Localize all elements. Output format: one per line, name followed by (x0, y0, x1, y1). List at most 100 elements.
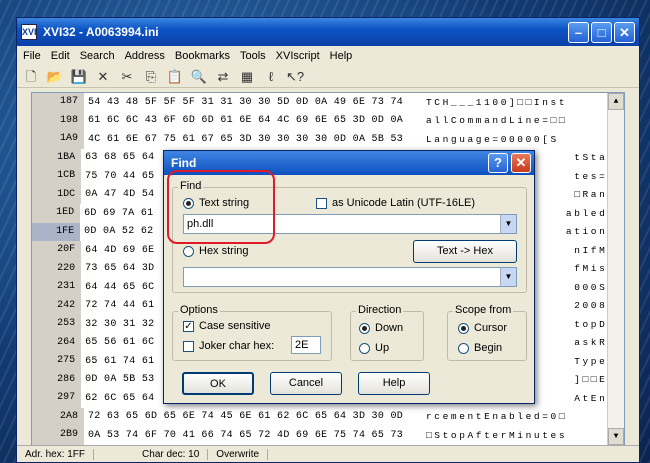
row-address: 286 (32, 370, 82, 389)
direction-label: Direction (356, 304, 404, 316)
status-address: Adr. hex: 1FF (17, 448, 95, 460)
dialog-close-icon[interactable]: ✕ (511, 153, 531, 173)
open-icon[interactable]: 📂 (45, 68, 65, 86)
row-address: 1DC (32, 185, 82, 204)
menu-xviscript[interactable]: XVIscript (272, 50, 326, 62)
row-address: 220 (32, 259, 82, 278)
row-address: 297 (32, 389, 82, 408)
hex-row[interactable]: 2B9 0A 53 74 6F 70 41 66 74 65 72 4D 69 6… (32, 426, 624, 445)
hex-row[interactable]: 187 54 43 48 5F 5F 5F 31 31 30 30 5D 0D 0… (32, 93, 624, 112)
cut-icon[interactable]: ✂ (117, 68, 137, 86)
scope-begin-radio[interactable]: Begin (458, 342, 502, 354)
scope-cursor-radio[interactable]: Cursor (458, 322, 507, 334)
joker-char-input[interactable]: 2E (291, 336, 321, 354)
radio-dot-icon (359, 342, 370, 354)
row-address: 1BA (32, 148, 82, 167)
close-button[interactable]: ✕ (614, 22, 635, 43)
row-text[interactable]: allCommandLine=□□ (422, 115, 624, 126)
row-address: 264 (32, 333, 82, 352)
row-address: 242 (32, 296, 82, 315)
row-hex-bytes[interactable]: 54 43 48 5F 5F 5F 31 31 30 30 5D 0D 0A 4… (84, 97, 422, 108)
highlight-annotation (167, 170, 275, 244)
row-text[interactable]: Language=00000[S (422, 134, 624, 145)
chevron-down-icon[interactable]: ▼ (500, 268, 516, 286)
properties-icon[interactable]: ▦ (237, 68, 257, 86)
status-char: Char dec: 10 (134, 448, 209, 460)
chevron-down-icon[interactable]: ▼ (500, 215, 516, 233)
row-address: 187 (32, 93, 84, 112)
hex-row[interactable]: 198 61 6C 6C 43 6F 6D 6D 61 6E 64 4C 69 6… (32, 111, 624, 130)
status-mode: Overwrite (208, 448, 269, 460)
save-icon[interactable]: 💾 (69, 68, 89, 86)
row-address: 20F (32, 241, 82, 260)
row-text[interactable]: TCH___1100]□□Inst (422, 97, 624, 108)
row-address: 2A8 (32, 407, 84, 426)
copy-icon[interactable]: ⎘ (141, 68, 161, 86)
menu-help[interactable]: Help (326, 50, 359, 62)
text-to-hex-button[interactable]: Text -> Hex (413, 240, 517, 263)
row-hex-bytes[interactable]: 72 63 65 6D 65 6E 74 45 6E 61 62 6C 65 6… (84, 411, 422, 422)
row-hex-bytes[interactable]: 4C 61 6E 67 75 61 67 65 3D 30 30 30 30 0… (84, 134, 422, 145)
unicode-label: as Unicode Latin (UTF-16LE) (332, 197, 476, 209)
new-icon[interactable]: 🗋 (21, 68, 41, 86)
scope-label: Scope from (453, 304, 514, 316)
vertical-scrollbar[interactable]: ▲ ▼ (607, 93, 624, 445)
radio-dot-icon (359, 322, 370, 334)
hex-row[interactable]: 2A8 72 63 65 6D 65 6E 74 45 6E 61 62 6C 6… (32, 407, 624, 426)
row-address: 1CB (32, 167, 82, 186)
checkbox-checked-icon: ✓ (183, 320, 194, 332)
status-bar: Adr. hex: 1FF Char dec: 10 Overwrite (17, 445, 639, 462)
unicode-checkbox[interactable]: as Unicode Latin (UTF-16LE) (316, 197, 475, 209)
down-label: Down (375, 322, 404, 334)
radio-dot-icon (183, 245, 194, 257)
menu-tools[interactable]: Tools (236, 50, 272, 62)
maximize-button[interactable]: □ (591, 22, 612, 43)
replace-icon[interactable]: ⇄ (213, 68, 233, 86)
row-address: 1ED (32, 204, 81, 223)
paste-icon[interactable]: 📋 (165, 68, 185, 86)
begin-label: Begin (474, 342, 503, 354)
menu-edit[interactable]: Edit (47, 50, 76, 62)
ok-button[interactable]: OK (182, 372, 254, 395)
hex-row[interactable]: 1A9 4C 61 6E 67 75 61 67 65 3D 30 30 30 3… (32, 130, 624, 149)
row-address: 275 (32, 352, 82, 371)
close-file-icon[interactable]: ✕ (93, 68, 113, 86)
row-hex-bytes[interactable]: 0A 53 74 6F 70 41 66 74 65 72 4D 69 6E 7… (84, 430, 422, 441)
scroll-up-icon[interactable]: ▲ (608, 93, 624, 110)
script-icon[interactable]: ℓ (261, 68, 281, 86)
joker-checkbox[interactable]: Joker char hex: (183, 340, 274, 352)
menu-bookmarks[interactable]: Bookmarks (171, 50, 236, 62)
row-address: 198 (32, 111, 84, 130)
options-group: Options ✓ Case sensitive Joker char hex: … (172, 304, 332, 361)
menu-search[interactable]: Search (76, 50, 121, 62)
hex-string-radio[interactable]: Hex string (183, 245, 249, 257)
direction-up-radio[interactable]: Up (359, 342, 389, 354)
checkbox-icon (316, 197, 327, 209)
joker-label: Joker char hex: (199, 340, 275, 352)
find-icon[interactable]: 🔍 (189, 68, 209, 86)
row-address: 2B9 (32, 426, 84, 445)
window-title: XVI32 - A0063994.ini (43, 25, 159, 39)
help-button[interactable]: Help (358, 372, 430, 395)
checkbox-icon (183, 340, 194, 352)
hex-string-label: Hex string (199, 245, 249, 257)
minimize-button[interactable]: – (568, 22, 589, 43)
row-hex-bytes[interactable]: 61 6C 6C 43 6F 6D 6D 61 6E 64 4C 69 6E 6… (84, 115, 422, 126)
row-text[interactable]: □StopAfterMinutes (422, 430, 624, 441)
options-label: Options (178, 304, 220, 316)
row-address: 231 (32, 278, 82, 297)
row-address: 253 (32, 315, 82, 334)
dialog-help-icon[interactable]: ? (488, 153, 508, 173)
scroll-down-icon[interactable]: ▼ (608, 428, 624, 445)
case-sensitive-checkbox[interactable]: ✓ Case sensitive (183, 320, 271, 332)
menu-bar: File Edit Search Address Bookmarks Tools… (17, 46, 639, 66)
cancel-button[interactable]: Cancel (270, 372, 342, 395)
hex-string-combo[interactable]: ▼ (183, 267, 517, 287)
menu-address[interactable]: Address (121, 50, 171, 62)
menu-file[interactable]: File (19, 50, 47, 62)
row-text[interactable]: rcementEnabled=0□ (422, 411, 624, 422)
direction-down-radio[interactable]: Down (359, 322, 403, 334)
help-pointer-icon[interactable]: ↖? (285, 68, 305, 86)
case-sensitive-label: Case sensitive (199, 320, 271, 332)
row-address: 1A9 (32, 130, 84, 149)
